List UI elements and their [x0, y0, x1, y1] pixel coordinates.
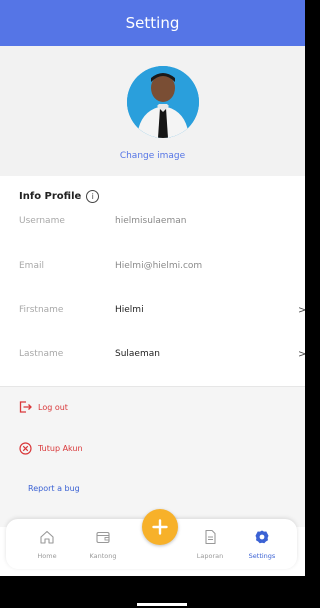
logout-button[interactable]: Log out: [19, 401, 68, 413]
email-row: Email Hielmi@hielmi.com: [0, 261, 305, 281]
chevron-right-icon[interactable]: >: [298, 349, 305, 360]
lastname-label: Lastname: [19, 349, 64, 359]
chevron-right-icon[interactable]: >: [298, 305, 305, 316]
report-bug-link[interactable]: Report a bug: [28, 484, 80, 493]
add-button[interactable]: [142, 509, 178, 545]
info-icon[interactable]: i: [86, 190, 100, 203]
account-actions: Log out Tutup Akun Report a bug: [0, 387, 305, 527]
info-profile-title: Info Profile: [19, 191, 82, 202]
nav-item-settings[interactable]: Settings: [240, 529, 284, 560]
email-label: Email: [19, 261, 44, 271]
firstname-value: Hielmi: [115, 305, 144, 315]
nav-label-home: Home: [37, 552, 57, 560]
nav-item-kantong[interactable]: Kantong: [81, 529, 125, 560]
avatar[interactable]: [127, 66, 199, 138]
username-label: Username: [19, 216, 65, 226]
firstname-label: Firstname: [19, 305, 64, 315]
username-row: Username hielmisulaeman: [0, 216, 305, 236]
info-profile-heading: Info Profile i: [19, 190, 100, 203]
nav-label-laporan: Laporan: [196, 552, 224, 560]
app-header: Setting: [0, 0, 305, 46]
nav-label-kantong: Kantong: [89, 552, 117, 560]
avatar-photo: [127, 66, 199, 138]
plus-icon: [152, 519, 168, 535]
email-value: Hielmi@hielmi.com: [115, 261, 203, 271]
close-account-button[interactable]: Tutup Akun: [19, 442, 83, 455]
profile-area: Change image: [0, 46, 305, 176]
lastname-row[interactable]: Lastname Sulaeman >: [0, 349, 305, 369]
header-title: Setting: [125, 14, 180, 32]
wallet-icon: [96, 531, 110, 544]
settings-icon: [255, 530, 269, 544]
home-icon: [40, 530, 54, 544]
nav-label-settings: Settings: [248, 552, 276, 560]
info-profile-section: Info Profile i Username hielmisulaeman E…: [0, 176, 305, 386]
document-icon: [205, 529, 216, 545]
username-value: hielmisulaeman: [115, 216, 187, 226]
home-indicator: [137, 603, 187, 606]
logout-icon: [19, 401, 32, 413]
report-bug-label: Report a bug: [28, 484, 80, 493]
close-account-label: Tutup Akun: [38, 444, 83, 453]
close-circle-icon: [19, 442, 32, 455]
firstname-row[interactable]: Firstname Hielmi >: [0, 305, 305, 325]
lastname-value: Sulaeman: [115, 349, 160, 359]
nav-item-home[interactable]: Home: [25, 529, 69, 560]
settings-screen: Setting Change image Info Profile i User…: [0, 0, 305, 576]
nav-item-laporan[interactable]: Laporan: [188, 529, 232, 560]
logout-label: Log out: [38, 402, 68, 412]
change-image-link[interactable]: Change image: [0, 151, 305, 161]
